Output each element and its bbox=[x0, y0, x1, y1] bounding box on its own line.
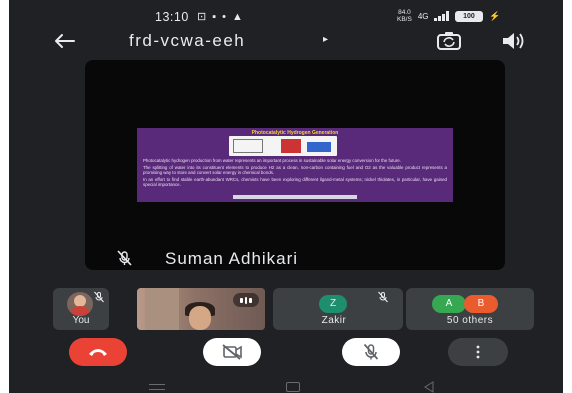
others-label: 50 others bbox=[446, 315, 494, 326]
battery-level: 100 bbox=[463, 12, 475, 20]
end-call-button[interactable] bbox=[69, 338, 127, 366]
mic-off-icon bbox=[93, 290, 105, 303]
others-tile[interactable]: A B 50 others bbox=[406, 288, 534, 330]
slide-paragraph: Photocatalytic hydrogen production from … bbox=[143, 158, 401, 163]
status-right: 84.0 KB/S 4G 100 ⚡ bbox=[397, 8, 500, 24]
more-vert-icon bbox=[476, 345, 480, 359]
dot-icon: • bbox=[222, 11, 232, 23]
signal-icon bbox=[434, 11, 449, 21]
presenter-name: Suman Adhikari bbox=[165, 249, 299, 268]
switch-camera-button[interactable] bbox=[436, 30, 462, 52]
mic-off-icon bbox=[115, 249, 133, 267]
camera-off-icon bbox=[222, 344, 242, 360]
participant-video-tile[interactable] bbox=[137, 288, 265, 330]
slide-paragraph: The splitting of water into its constitu… bbox=[143, 165, 447, 175]
charging-icon: ⚡ bbox=[488, 10, 501, 21]
participant-label: Zakir bbox=[321, 315, 347, 326]
net-speed-value: 84.0 bbox=[398, 9, 411, 16]
mic-off-icon bbox=[377, 290, 389, 303]
notification-icons: ⊡▪•▲ bbox=[197, 10, 249, 23]
avatar: A bbox=[432, 295, 466, 313]
back-button[interactable] bbox=[49, 28, 79, 54]
camera-toggle-button[interactable] bbox=[203, 338, 261, 366]
participant-tile-zakir[interactable]: Z Zakir bbox=[273, 288, 403, 330]
meeting-details-caret-icon[interactable]: ▸ bbox=[323, 34, 328, 45]
speaking-indicator-icon bbox=[233, 293, 259, 307]
status-time: 13:10 bbox=[155, 10, 189, 24]
network-type: 4G bbox=[417, 11, 429, 21]
back-triangle-icon[interactable] bbox=[423, 381, 435, 393]
self-tile[interactable]: You bbox=[53, 288, 109, 330]
back-arrow-icon bbox=[55, 34, 75, 48]
speaker-icon bbox=[503, 33, 524, 49]
message-icon: ▪ bbox=[212, 11, 223, 23]
switch-camera-icon bbox=[437, 32, 461, 50]
shared-slide: Photocatalytic Hydrogen Generation Photo… bbox=[137, 128, 453, 202]
avatar: Z bbox=[319, 295, 347, 313]
avatar bbox=[67, 292, 93, 316]
slide-figure bbox=[229, 136, 337, 156]
slide-paragraph: In an effort to find stable earth-abunda… bbox=[143, 177, 447, 187]
battery-icon: 100 bbox=[454, 10, 483, 22]
alert-icon: ▲ bbox=[231, 11, 249, 23]
system-nav-bar bbox=[9, 378, 563, 393]
slide-footer-bar bbox=[233, 195, 357, 199]
audio-output-button[interactable] bbox=[500, 30, 526, 52]
avatar: B bbox=[464, 295, 498, 313]
recents-icon[interactable] bbox=[149, 384, 165, 390]
net-speed-unit: KB/S bbox=[397, 16, 412, 23]
call-controls bbox=[9, 338, 563, 368]
net-speed: 84.0 KB/S bbox=[397, 9, 412, 23]
meet-call-screen: 13:10 ⊡▪•▲ 84.0 KB/S 4G 100 ⚡ frd-vcwa-e bbox=[9, 0, 563, 393]
meeting-code[interactable]: frd-vcwa-eeh bbox=[129, 31, 245, 51]
hang-up-icon bbox=[89, 349, 107, 356]
slide-body: Photocatalytic hydrogen production from … bbox=[143, 158, 447, 189]
top-bar: frd-vcwa-eeh ▸ bbox=[9, 24, 563, 58]
main-video-tile[interactable]: Photocatalytic Hydrogen Generation Photo… bbox=[85, 60, 505, 270]
home-icon[interactable] bbox=[286, 382, 300, 392]
cast-icon: ⊡ bbox=[197, 11, 213, 23]
mic-off-icon bbox=[363, 343, 379, 360]
more-options-button[interactable] bbox=[448, 338, 508, 366]
self-label: You bbox=[72, 315, 90, 326]
mic-toggle-button[interactable] bbox=[342, 338, 400, 366]
